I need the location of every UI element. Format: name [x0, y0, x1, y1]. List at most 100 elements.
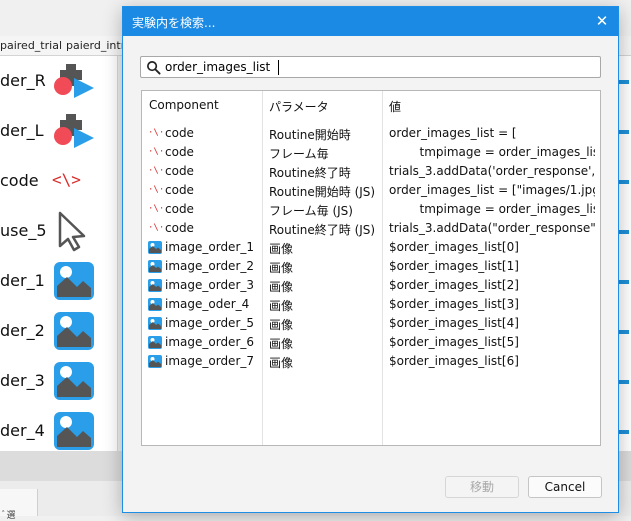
row-component: code — [165, 145, 194, 159]
routine-row-label: der_3 — [0, 371, 45, 390]
code-icon: ·\· — [148, 166, 165, 176]
routine-row-label: use_5 — [0, 221, 47, 240]
close-icon[interactable]: ✕ — [590, 10, 614, 32]
row-value: order_images_list = ["images/1.jpg", ... — [389, 183, 595, 197]
routine-row[interactable]: der_3 — [0, 356, 118, 406]
timeline-bar — [619, 180, 629, 184]
table-row[interactable]: ·\· code フレーム毎 (JS) tmpimage = order_ima… — [142, 200, 600, 219]
timeline-bar — [619, 430, 629, 434]
components-panel: der_R der_L code <\> use_5 der_1 der_2 d… — [0, 56, 118, 451]
polygon-sound-icon — [54, 114, 94, 148]
flow-tab-label: ﾞ選 — [2, 511, 16, 521]
dialog-titlebar[interactable]: 実験内を検索... ✕ — [123, 7, 618, 36]
table-row[interactable]: image_order_1 画像 $order_images_list[0] — [142, 238, 600, 257]
row-value: tmpimage = order_images_list[0] — [419, 145, 595, 159]
row-component: image_order_5 — [165, 316, 255, 330]
image-icon — [148, 241, 162, 254]
row-value: $order_images_list[1] — [389, 259, 519, 273]
table-row[interactable]: ·\· code フレーム毎 tmpimage = order_images_l… — [142, 143, 600, 162]
row-value: trials_3.addData('order_response',or... — [389, 164, 595, 178]
row-value: $order_images_list[4] — [389, 316, 519, 330]
find-dialog: 実験内を検索... ✕ Component パラメータ 値 ·\· code R… — [122, 6, 619, 513]
routine-row[interactable]: der_4 — [0, 406, 118, 456]
row-value: $order_images_list[2] — [389, 278, 519, 292]
routine-row[interactable]: der_1 — [0, 256, 118, 306]
flow-tab[interactable]: ﾞ選 — [0, 489, 38, 521]
column-header-value[interactable]: 値 — [389, 98, 401, 115]
mouse-cursor-icon — [58, 211, 86, 252]
text-caret — [278, 60, 279, 75]
routine-row[interactable]: use_5 — [0, 206, 118, 256]
routine-row[interactable]: der_L — [0, 106, 118, 156]
row-component: code — [165, 183, 194, 197]
table-row[interactable]: ·\· code Routine開始時 order_images_list = … — [142, 124, 600, 143]
row-param: フレーム毎 (JS) — [269, 204, 353, 218]
row-component: code — [165, 164, 194, 178]
image-icon — [148, 317, 162, 330]
row-param: フレーム毎 — [269, 147, 329, 161]
row-param: Routine終了時 — [269, 166, 351, 180]
code-icon: ·\· — [148, 128, 165, 138]
table-row[interactable]: ·\· code Routine開始時 (JS) order_images_li… — [142, 181, 600, 200]
image-icon — [54, 412, 94, 450]
row-param: 画像 — [269, 299, 294, 313]
table-row[interactable]: image_order_5 画像 $order_images_list[4] — [142, 314, 600, 333]
search-input[interactable] — [165, 58, 595, 76]
dialog-title: 実験内を検索... — [132, 16, 216, 30]
column-header-param[interactable]: パラメータ — [269, 98, 329, 115]
table-row[interactable]: image_order_3 画像 $order_images_list[2] — [142, 276, 600, 295]
column-header-component[interactable]: Component — [149, 98, 219, 112]
table-row[interactable]: image_oder_4 画像 $order_images_list[3] — [142, 295, 600, 314]
row-value: $order_images_list[0] — [389, 240, 519, 254]
routine-row-label: der_L — [0, 121, 44, 140]
routine-row[interactable]: der_R — [0, 56, 118, 106]
row-value: $order_images_list[3] — [389, 297, 519, 311]
table-row[interactable]: image_order_7 画像 $order_images_list[6] — [142, 352, 600, 371]
row-param: 画像 — [269, 261, 294, 275]
row-param: 画像 — [269, 242, 294, 256]
search-box[interactable] — [140, 56, 601, 78]
polygon-sound-icon — [54, 64, 94, 98]
row-component: image_order_6 — [165, 335, 255, 349]
image-icon — [54, 262, 94, 300]
row-component: image_order_7 — [165, 354, 255, 368]
row-component: image_order_3 — [165, 278, 255, 292]
routine-row[interactable]: der_2 — [0, 306, 118, 356]
row-value: $order_images_list[5] — [389, 335, 519, 349]
code-icon: ·\· — [148, 204, 165, 214]
row-component: code — [165, 221, 194, 235]
timeline-bar — [619, 230, 629, 234]
image-icon — [54, 362, 94, 400]
image-icon — [148, 298, 162, 311]
tab-paierd-intr[interactable]: paierd_intr — [66, 39, 125, 52]
code-icon: ·\· — [148, 223, 165, 233]
results-table[interactable]: Component パラメータ 値 ·\· code Routine開始時 or… — [141, 90, 601, 446]
routine-row-label: der_R — [0, 71, 46, 90]
image-icon — [148, 279, 162, 292]
row-component: image_oder_4 — [165, 297, 250, 311]
move-button[interactable]: 移動 — [445, 476, 519, 498]
table-row[interactable]: image_order_2 画像 $order_images_list[1] — [142, 257, 600, 276]
table-row[interactable]: ·\· code Routine終了時 trials_3.addData('or… — [142, 162, 600, 181]
code-icon: ·\· — [148, 185, 165, 195]
image-icon — [54, 312, 94, 350]
image-icon — [148, 336, 162, 349]
routine-row-label: code — [0, 171, 39, 190]
row-component: image_order_2 — [165, 259, 255, 273]
row-param: 画像 — [269, 280, 294, 294]
timeline-bar — [619, 280, 629, 284]
row-value: trials_3.addData("order_response", o... — [389, 221, 595, 235]
timeline-bar — [619, 80, 629, 84]
timeline-lane — [619, 56, 631, 451]
timeline-bar — [619, 330, 629, 334]
table-row[interactable]: image_order_6 画像 $order_images_list[5] — [142, 333, 600, 352]
cancel-button[interactable]: Cancel — [528, 476, 602, 498]
tab-paired-trial[interactable]: paired_trial — [0, 39, 62, 52]
row-param: Routine開始時 — [269, 128, 351, 142]
row-value: $order_images_list[6] — [389, 354, 519, 368]
image-icon — [148, 355, 162, 368]
table-row[interactable]: ·\· code Routine終了時 (JS) trials_3.addDat… — [142, 219, 600, 238]
routine-row[interactable]: code <\> — [0, 156, 118, 206]
code-icon: ·\· — [148, 147, 165, 157]
row-param: Routine開始時 (JS) — [269, 185, 376, 199]
